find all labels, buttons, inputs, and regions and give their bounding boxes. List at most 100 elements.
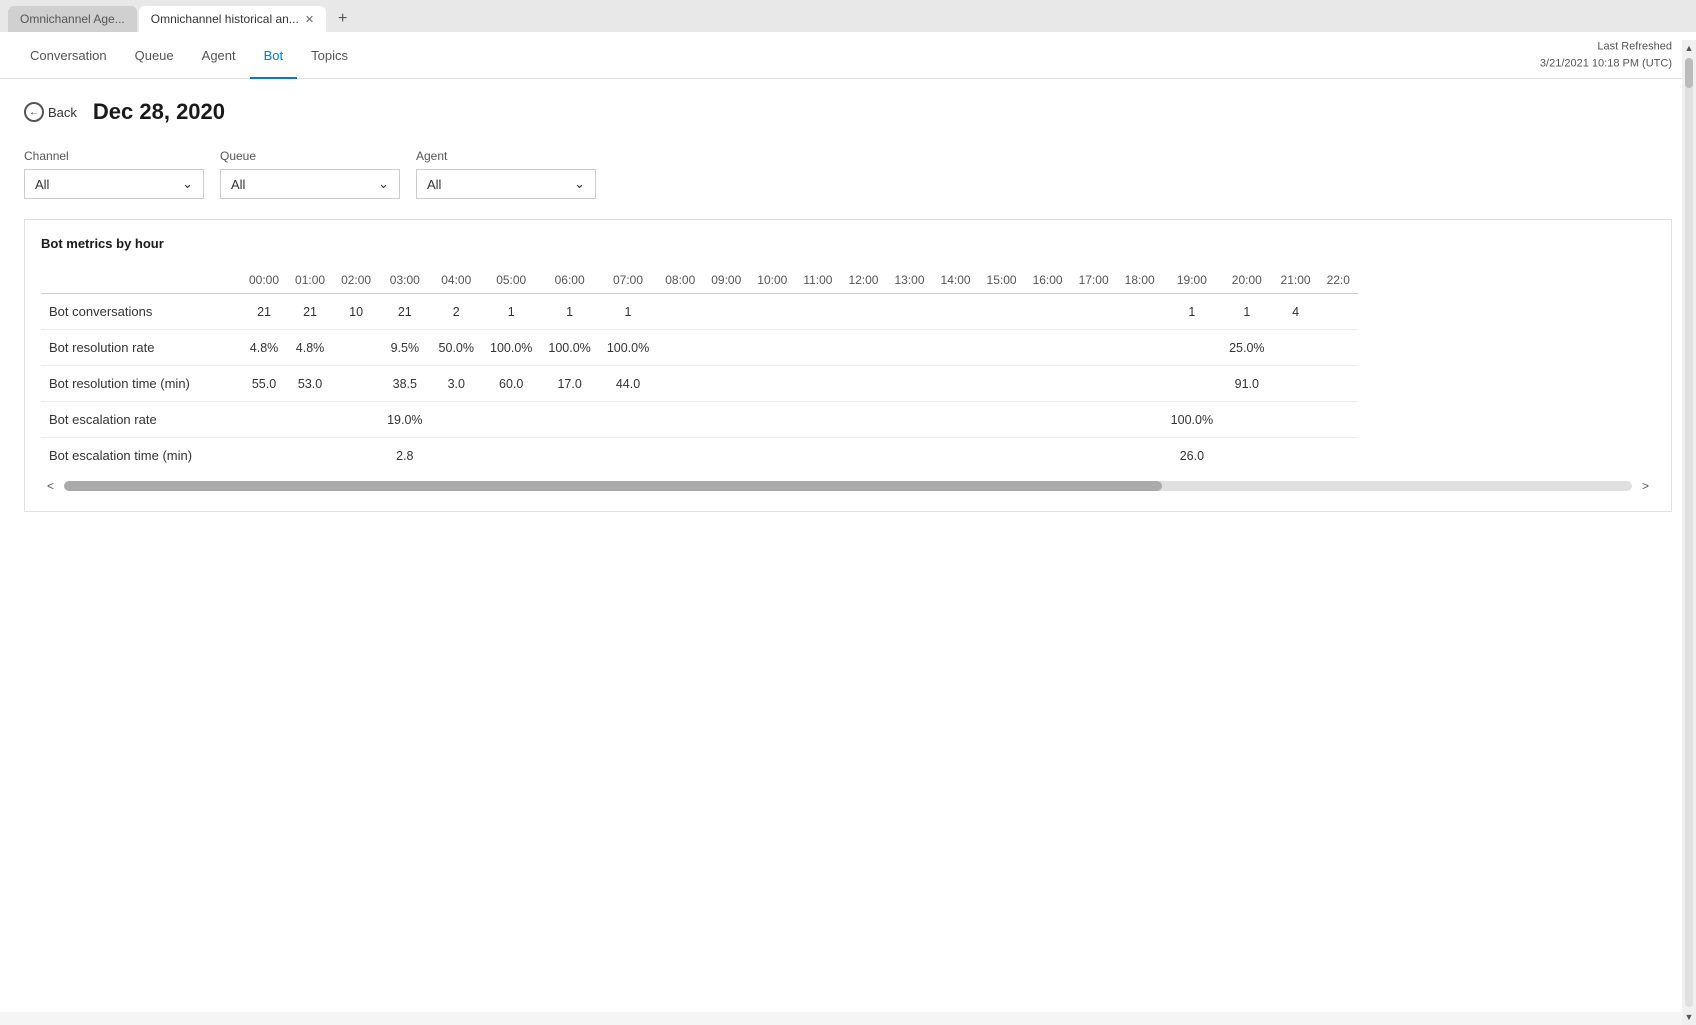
cell-r4-c11 xyxy=(795,438,840,474)
hour-header-15:00: 15:00 xyxy=(979,267,1025,294)
cell-r1-c14 xyxy=(933,330,979,366)
hour-header-14:00: 14:00 xyxy=(933,267,979,294)
cell-r1-c19 xyxy=(1163,330,1221,366)
right-scrollbar[interactable]: ▲ ▼ xyxy=(1682,40,1696,1025)
tab-label: Omnichannel historical an... xyxy=(151,12,299,26)
cell-r3-c1 xyxy=(287,402,333,438)
cell-r3-c17 xyxy=(1071,402,1117,438)
nav-topics[interactable]: Topics xyxy=(297,32,362,79)
cell-r3-c0 xyxy=(241,402,287,438)
hour-header-02:00: 02:00 xyxy=(333,267,379,294)
cell-r3-c16 xyxy=(1025,402,1071,438)
hour-header-01:00: 01:00 xyxy=(287,267,333,294)
nav-conversation[interactable]: Conversation xyxy=(16,32,121,79)
cell-r4-c7 xyxy=(599,438,657,474)
channel-select[interactable]: All ⌄ xyxy=(24,169,204,199)
cell-r2-c6: 17.0 xyxy=(540,366,598,402)
channel-label: Channel xyxy=(24,149,204,163)
cell-r1-c10 xyxy=(749,330,795,366)
hour-header-07:00: 07:00 xyxy=(599,267,657,294)
cell-r0-c5: 1 xyxy=(482,294,540,330)
cell-r4-c1 xyxy=(287,438,333,474)
cell-r4-c15 xyxy=(979,438,1025,474)
page-header: ← Back Dec 28, 2020 xyxy=(24,99,1672,125)
cell-r3-c7 xyxy=(599,402,657,438)
cell-r0-c15 xyxy=(979,294,1025,330)
tab-omnichannel-agent[interactable]: Omnichannel Age... xyxy=(8,6,137,32)
cell-r2-c8 xyxy=(657,366,703,402)
cell-r1-c1: 4.8% xyxy=(287,330,333,366)
row-label: Bot resolution time (min) xyxy=(41,366,241,402)
nav-agent[interactable]: Agent xyxy=(188,32,250,79)
queue-value: All xyxy=(231,177,245,192)
hour-header-11:00: 11:00 xyxy=(795,267,840,294)
tab-label: Omnichannel Age... xyxy=(20,12,125,26)
cell-r3-c18 xyxy=(1117,402,1163,438)
hour-header-22:0: 22:0 xyxy=(1319,267,1358,294)
close-tab-icon[interactable]: ✕ xyxy=(305,13,314,26)
cell-r1-c2 xyxy=(333,330,379,366)
cell-r4-c12 xyxy=(840,438,886,474)
cell-r2-c9 xyxy=(703,366,749,402)
cell-r4-c6 xyxy=(540,438,598,474)
app-container: Conversation Queue Agent Bot Topics Last… xyxy=(0,32,1696,1012)
cell-r3-c9 xyxy=(703,402,749,438)
cell-r4-c16 xyxy=(1025,438,1071,474)
vertical-scroll-thumb xyxy=(1685,58,1693,88)
agent-value: All xyxy=(427,177,441,192)
nav-queue[interactable]: Queue xyxy=(121,32,188,79)
hour-header-05:00: 05:00 xyxy=(482,267,540,294)
queue-select[interactable]: All ⌄ xyxy=(220,169,400,199)
last-refreshed-label: Last Refreshed xyxy=(1540,39,1672,56)
row-label: Bot conversations xyxy=(41,294,241,330)
cell-r1-c18 xyxy=(1117,330,1163,366)
tab-omnichannel-historical[interactable]: Omnichannel historical an... ✕ xyxy=(139,6,326,32)
cell-r3-c8 xyxy=(657,402,703,438)
cell-r2-c22 xyxy=(1319,366,1358,402)
cell-r0-c3: 21 xyxy=(379,294,430,330)
cell-r4-c22 xyxy=(1319,438,1358,474)
cell-r1-c6: 100.0% xyxy=(540,330,598,366)
cell-r2-c12 xyxy=(840,366,886,402)
metrics-title: Bot metrics by hour xyxy=(41,236,1655,251)
cell-r2-c18 xyxy=(1117,366,1163,402)
cell-r3-c4 xyxy=(431,402,482,438)
hour-header-08:00: 08:00 xyxy=(657,267,703,294)
nav-bot[interactable]: Bot xyxy=(250,32,298,79)
cell-r0-c14 xyxy=(933,294,979,330)
cell-r2-c2 xyxy=(333,366,379,402)
cell-r2-c5: 60.0 xyxy=(482,366,540,402)
scroll-track xyxy=(64,481,1632,491)
hour-header-10:00: 10:00 xyxy=(749,267,795,294)
scroll-right-icon[interactable]: > xyxy=(1636,477,1655,495)
cell-r0-c7: 1 xyxy=(599,294,657,330)
cell-r3-c22 xyxy=(1319,402,1358,438)
new-tab-button[interactable]: + xyxy=(328,6,357,32)
cell-r1-c3: 9.5% xyxy=(379,330,430,366)
metrics-table: 00:0001:0002:0003:0004:0005:0006:0007:00… xyxy=(41,267,1358,473)
agent-chevron-icon: ⌄ xyxy=(574,176,585,192)
hour-header-13:00: 13:00 xyxy=(886,267,932,294)
scroll-up-icon[interactable]: ▲ xyxy=(1682,40,1696,56)
back-button[interactable]: ← Back xyxy=(24,102,77,122)
scroll-down-icon[interactable]: ▼ xyxy=(1682,1009,1696,1025)
cell-r0-c4: 2 xyxy=(431,294,482,330)
agent-select[interactable]: All ⌄ xyxy=(416,169,596,199)
scroll-left-icon[interactable]: < xyxy=(41,477,60,495)
horizontal-scrollbar[interactable]: < > xyxy=(41,477,1655,495)
channel-filter-group: Channel All ⌄ xyxy=(24,149,204,199)
cell-r1-c13 xyxy=(886,330,932,366)
last-refreshed: Last Refreshed 3/21/2021 10:18 PM (UTC) xyxy=(1540,39,1672,72)
cell-r3-c6 xyxy=(540,402,598,438)
scroll-thumb xyxy=(64,481,1162,491)
cell-r1-c16 xyxy=(1025,330,1071,366)
page-date: Dec 28, 2020 xyxy=(93,99,225,125)
cell-r4-c14 xyxy=(933,438,979,474)
cell-r4-c9 xyxy=(703,438,749,474)
channel-chevron-icon: ⌄ xyxy=(182,176,193,192)
cell-r0-c0: 21 xyxy=(241,294,287,330)
cell-r0-c6: 1 xyxy=(540,294,598,330)
queue-label: Queue xyxy=(220,149,400,163)
browser-tabs: Omnichannel Age... Omnichannel historica… xyxy=(0,0,1696,32)
cell-r4-c13 xyxy=(886,438,932,474)
